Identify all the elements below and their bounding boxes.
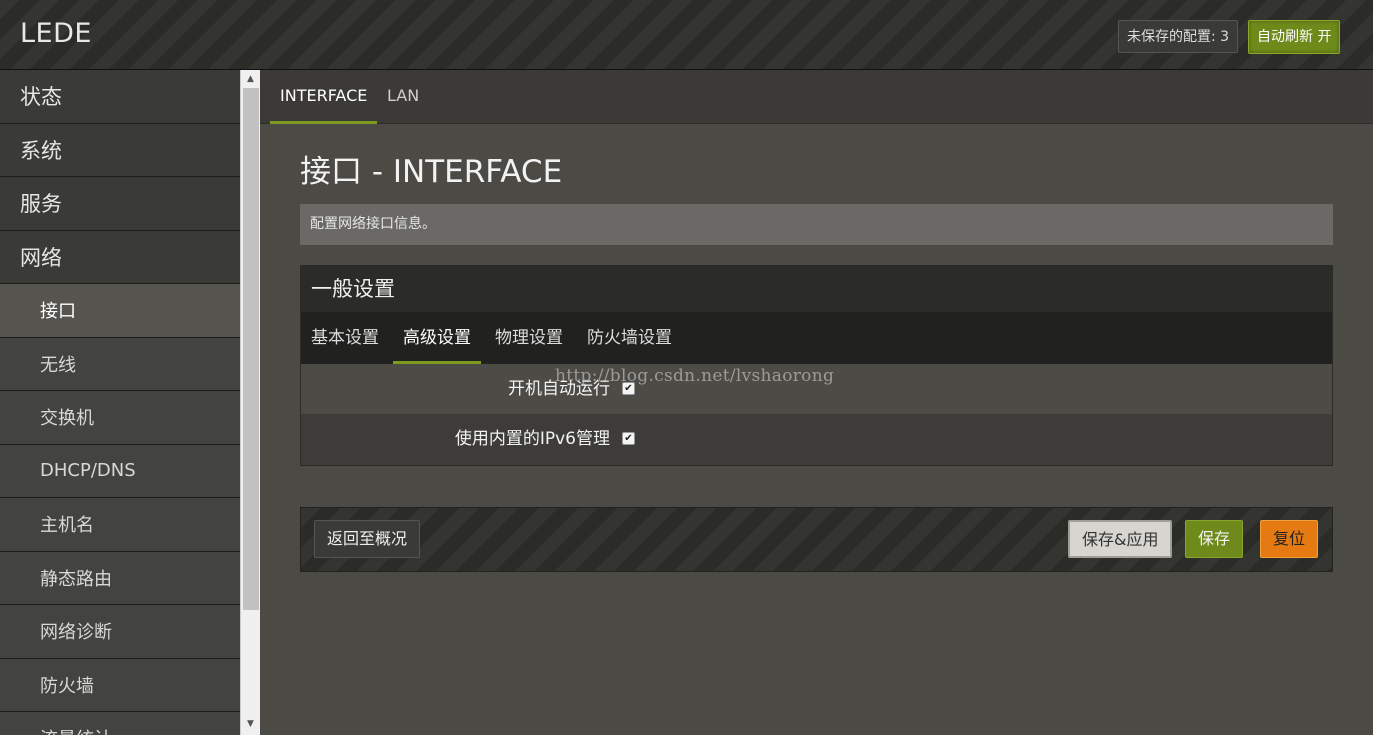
ipv6-management-label: 使用内置的IPv6管理 — [454, 429, 610, 449]
subtab-firewall[interactable]: 防火墙设置 — [577, 312, 682, 364]
subtab-advanced[interactable]: 高级设置 — [393, 312, 481, 364]
sidebar-item-traffic-stats[interactable]: 流量统计 — [0, 712, 240, 735]
sidebar-item-firewall[interactable]: 防火墙 — [0, 658, 240, 712]
save-button[interactable]: 保存 — [1185, 520, 1244, 558]
back-to-overview-button[interactable]: 返回至概况 — [314, 520, 421, 558]
interface-tabbar: INTERFACE LAN — [260, 70, 1373, 124]
sidebar-scrollbar[interactable]: ▲ ▼ — [240, 70, 260, 735]
sidebar-item-wireless[interactable]: 无线 — [0, 337, 240, 391]
scroll-up-icon[interactable]: ▲ — [241, 71, 260, 87]
sidebar-item-switch[interactable]: 交换机 — [0, 391, 240, 445]
sidebar-item-static-routes[interactable]: 静态路由 — [0, 551, 240, 605]
action-bar: 返回至概况 保存&应用 保存 复位 — [300, 507, 1333, 572]
save-apply-button[interactable]: 保存&应用 — [1068, 520, 1173, 558]
unsaved-changes-badge[interactable]: 未保存的配置: 3 — [1118, 20, 1239, 53]
subtab-physical[interactable]: 物理设置 — [485, 312, 573, 364]
section-title: 一般设置 — [301, 266, 1332, 312]
page-title: 接口 - INTERFACE — [300, 154, 563, 190]
top-header: LEDE 未保存的配置: 3 自动刷新 开 — [0, 0, 1373, 70]
watermark-text: http://blog.csdn.net/lvshaorong — [555, 366, 835, 386]
option-row-ipv6: 使用内置的IPv6管理 ✔ — [301, 414, 1332, 464]
sidebar-item-network[interactable]: 网络 — [0, 231, 240, 284]
sidebar-item-hostnames[interactable]: 主机名 — [0, 498, 240, 552]
sidebar-item-interfaces[interactable]: 接口 — [0, 284, 240, 338]
brand-logo[interactable]: LEDE — [20, 18, 92, 49]
sidebar-nav: 状态 系统 服务 网络 接口 无线 交换机 DHCP/DNS 主机名 静态路由 … — [0, 70, 240, 735]
page-description: 配置网络接口信息。 — [300, 204, 1333, 245]
sidebar-item-services[interactable]: 服务 — [0, 177, 240, 231]
settings-subtabs: 基本设置 高级设置 物理设置 防火墙设置 — [301, 312, 1332, 364]
ipv6-management-checkbox[interactable]: ✔ — [622, 432, 635, 445]
tab-lan[interactable]: LAN — [377, 70, 429, 124]
scroll-down-icon[interactable]: ▼ — [241, 716, 260, 732]
tab-interface[interactable]: INTERFACE — [270, 70, 378, 124]
scrollbar-thumb[interactable] — [243, 88, 259, 610]
reset-button[interactable]: 复位 — [1260, 520, 1319, 558]
sidebar-item-dhcp-dns[interactable]: DHCP/DNS — [0, 444, 240, 498]
sidebar-item-diagnostics[interactable]: 网络诊断 — [0, 605, 240, 659]
auto-refresh-toggle[interactable]: 自动刷新 开 — [1248, 20, 1341, 54]
subtab-basic[interactable]: 基本设置 — [301, 312, 389, 364]
sidebar-item-status[interactable]: 状态 — [0, 70, 240, 124]
sidebar-item-system[interactable]: 系统 — [0, 124, 240, 177]
main-content: INTERFACE LAN 接口 - INTERFACE 配置网络接口信息。 一… — [260, 70, 1373, 735]
